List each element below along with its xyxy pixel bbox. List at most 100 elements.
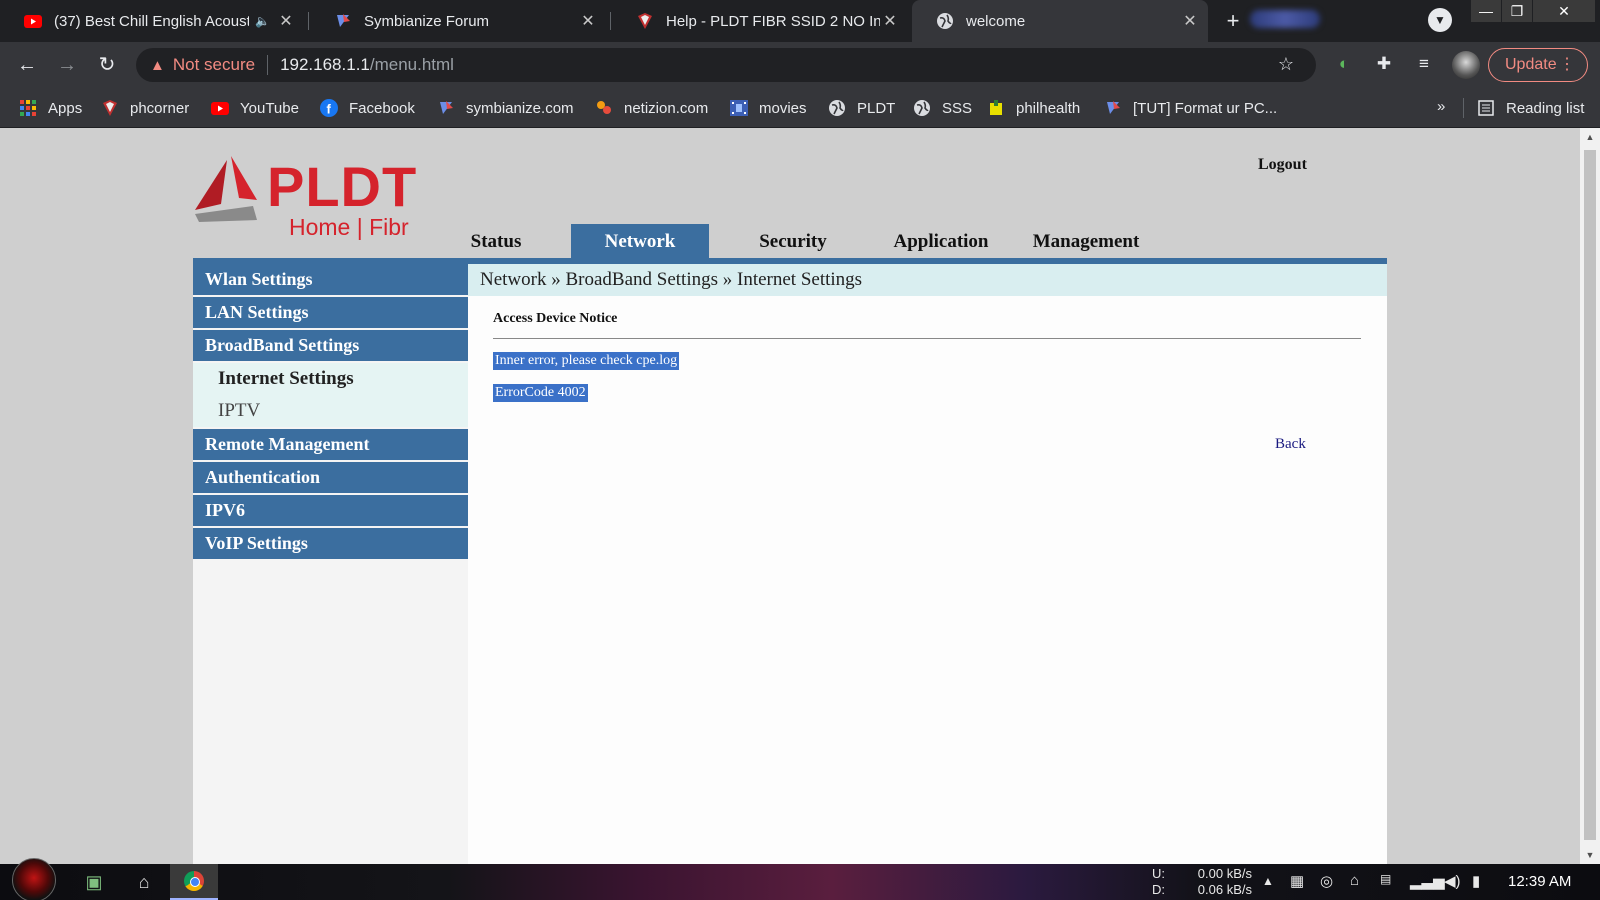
reading-list-button[interactable]: Reading list bbox=[1476, 98, 1584, 118]
bookmark-philhealth[interactable]: philhealth bbox=[986, 98, 1080, 118]
bookmark-label: Apps bbox=[48, 99, 83, 117]
bookmark-phcorner[interactable]: phcorner bbox=[100, 98, 189, 118]
browser-tab-youtube[interactable]: (37) Best Chill English Acoust 🔈 ✕ bbox=[0, 0, 304, 42]
youtube-icon bbox=[210, 99, 230, 117]
store-bag-icon[interactable]: ⌂ bbox=[130, 868, 158, 896]
menu-dots-icon: ⋮ bbox=[1559, 56, 1575, 73]
symbianize-icon bbox=[334, 12, 352, 30]
tab-security[interactable]: Security bbox=[738, 224, 848, 258]
globe-icon bbox=[936, 12, 954, 30]
new-tab-button[interactable]: + bbox=[1218, 7, 1248, 35]
download-label: D: bbox=[1152, 882, 1165, 897]
scroll-down-icon[interactable]: ▼ bbox=[1580, 850, 1600, 860]
bookmark-label: netizion.com bbox=[624, 99, 709, 117]
update-button[interactable]: Update ⋮ bbox=[1488, 48, 1588, 82]
extensions-puzzle-icon[interactable]: ✚ bbox=[1372, 52, 1396, 76]
forward-arrow-icon[interactable]: → bbox=[52, 50, 82, 80]
tab-search-icon[interactable]: ▼ bbox=[1428, 8, 1452, 32]
tab-network[interactable]: Network bbox=[571, 224, 709, 258]
speaker-icon[interactable]: 🔈 bbox=[255, 14, 270, 28]
close-tab-icon[interactable]: ✕ bbox=[578, 11, 598, 31]
extension-icon[interactable]: ◐ bbox=[1332, 52, 1356, 76]
clock[interactable]: 12:39 AM bbox=[1508, 873, 1571, 890]
bookmark-pldt[interactable]: PLDT bbox=[827, 98, 895, 118]
back-link[interactable]: Back bbox=[1275, 436, 1306, 453]
scroll-up-icon[interactable]: ▲ bbox=[1580, 132, 1600, 142]
url-host: 192.168.1.1 bbox=[280, 55, 370, 74]
minimize-window-button[interactable]: — bbox=[1471, 0, 1501, 22]
bookmark-label: PLDT bbox=[857, 99, 896, 117]
browser-tab-phcorner-help[interactable]: Help - PLDT FIBR SSID 2 NO Inter ✕ bbox=[612, 0, 908, 42]
sidebar-item-lan[interactable]: LAN Settings bbox=[193, 297, 468, 328]
bookmark-tut-format[interactable]: [TUT] Format ur PC... bbox=[1103, 98, 1277, 118]
philhealth-icon bbox=[986, 99, 1006, 117]
browser-tab-welcome[interactable]: welcome ✕ bbox=[912, 0, 1208, 42]
sidebar-subitem-internet[interactable]: Internet Settings bbox=[193, 363, 468, 395]
store-tray-icon[interactable]: ⌂ bbox=[1350, 872, 1359, 889]
reading-list-label: Reading list bbox=[1506, 99, 1585, 117]
omnibox-separator bbox=[267, 55, 269, 75]
main-content: Network » BroadBand Settings » Internet … bbox=[468, 264, 1387, 864]
tab-title: (37) Best Chill English Acoust bbox=[54, 12, 250, 30]
back-arrow-icon[interactable]: ← bbox=[12, 50, 42, 80]
close-window-button[interactable]: ✕ bbox=[1533, 0, 1595, 22]
tab-status[interactable]: Status bbox=[460, 224, 532, 258]
sidebar-item-remote-management[interactable]: Remote Management bbox=[193, 429, 468, 460]
wifi-signal-icon[interactable]: ▂▃▅ bbox=[1410, 872, 1445, 890]
tab-application[interactable]: Application bbox=[876, 224, 1006, 258]
keyboard-icon[interactable]: ▦ bbox=[1290, 872, 1304, 890]
restore-window-button[interactable]: ❐ bbox=[1502, 0, 1532, 22]
bookmark-symbianize[interactable]: symbianize.com bbox=[436, 98, 574, 118]
start-button[interactable] bbox=[12, 858, 56, 900]
sidebar-item-wlan[interactable]: Wlan Settings bbox=[193, 264, 468, 295]
bookmark-netizion[interactable]: netizion.com bbox=[594, 98, 708, 118]
sidebar-item-broadband[interactable]: BroadBand Settings bbox=[193, 330, 468, 361]
sidebar-item-voip[interactable]: VoIP Settings bbox=[193, 528, 468, 559]
bookmark-label: SSS bbox=[942, 99, 973, 117]
sidebar-item-authentication[interactable]: Authentication bbox=[193, 462, 468, 493]
bookmark-apps[interactable]: Apps bbox=[18, 98, 82, 118]
bookmark-sss[interactable]: SSS bbox=[912, 98, 972, 118]
tab-management[interactable]: Management bbox=[1016, 224, 1156, 258]
error-code: ErrorCode 4002 bbox=[493, 384, 588, 402]
page-scrollbar[interactable]: ▲ ▼ bbox=[1580, 128, 1600, 864]
bookmark-label: phcorner bbox=[130, 99, 190, 117]
movies-icon bbox=[729, 99, 749, 117]
gpu-monitor-icon[interactable]: ▤ bbox=[1380, 872, 1391, 886]
reload-icon[interactable]: ↻ bbox=[92, 50, 122, 80]
sidebar-item-ipv6[interactable]: IPV6 bbox=[193, 495, 468, 526]
bookmark-facebook[interactable]: f Facebook bbox=[319, 98, 415, 118]
breadcrumb: Network » BroadBand Settings » Internet … bbox=[468, 264, 1387, 296]
bookmark-youtube[interactable]: YouTube bbox=[210, 98, 299, 118]
volume-icon[interactable]: ◀) bbox=[1444, 872, 1461, 890]
tab-title: Help - PLDT FIBR SSID 2 NO Inter bbox=[666, 12, 880, 30]
battery-icon[interactable]: ▮ bbox=[1472, 872, 1480, 890]
windows-taskbar: ▣ ⌂ U: 0.00 kB/s D: 0.06 kB/s ▲ ▦ ◎ ⌂ ▤ ▂▃… bbox=[0, 858, 1600, 900]
symbianize-icon bbox=[1103, 99, 1123, 117]
bookmark-movies[interactable]: movies bbox=[729, 98, 807, 118]
notice-title: Access Device Notice bbox=[493, 311, 618, 326]
taskbar-chrome-button[interactable] bbox=[170, 864, 218, 900]
scroll-thumb[interactable] bbox=[1584, 150, 1596, 840]
close-tab-icon[interactable]: ✕ bbox=[276, 11, 296, 31]
close-tab-icon[interactable]: ✕ bbox=[880, 11, 900, 31]
logo-wordmark: PLDT bbox=[267, 155, 418, 218]
bookmark-star-icon[interactable]: ☆ bbox=[1278, 54, 1294, 75]
address-bar[interactable]: ▲ Not secure 192.168.1.1 /menu.html ☆ bbox=[136, 48, 1316, 82]
apps-grid-icon bbox=[18, 99, 38, 117]
task-manager-icon[interactable]: ▣ bbox=[80, 868, 108, 896]
browser-tab-symbianize[interactable]: Symbianize Forum ✕ bbox=[310, 0, 606, 42]
bookmarks-bar: Apps phcorner YouTube f Facebook symbian… bbox=[0, 88, 1600, 128]
security-label[interactable]: Not secure bbox=[173, 55, 255, 75]
logout-link[interactable]: Logout bbox=[1258, 156, 1307, 174]
sidebar-subitem-iptv[interactable]: IPTV bbox=[193, 395, 468, 427]
more-bookmarks-button[interactable]: » bbox=[1437, 98, 1445, 115]
netizion-icon bbox=[594, 99, 614, 117]
media-controls-icon[interactable]: ≡ bbox=[1412, 52, 1436, 76]
show-hidden-icons-icon[interactable]: ▲ bbox=[1262, 874, 1274, 888]
sync-icon[interactable]: ◎ bbox=[1320, 872, 1333, 890]
bookmark-label: philhealth bbox=[1016, 99, 1081, 117]
close-tab-icon[interactable]: ✕ bbox=[1180, 11, 1200, 31]
profile-avatar[interactable] bbox=[1452, 51, 1480, 79]
pldt-logo: PLDT Home | Fibr bbox=[191, 150, 431, 242]
